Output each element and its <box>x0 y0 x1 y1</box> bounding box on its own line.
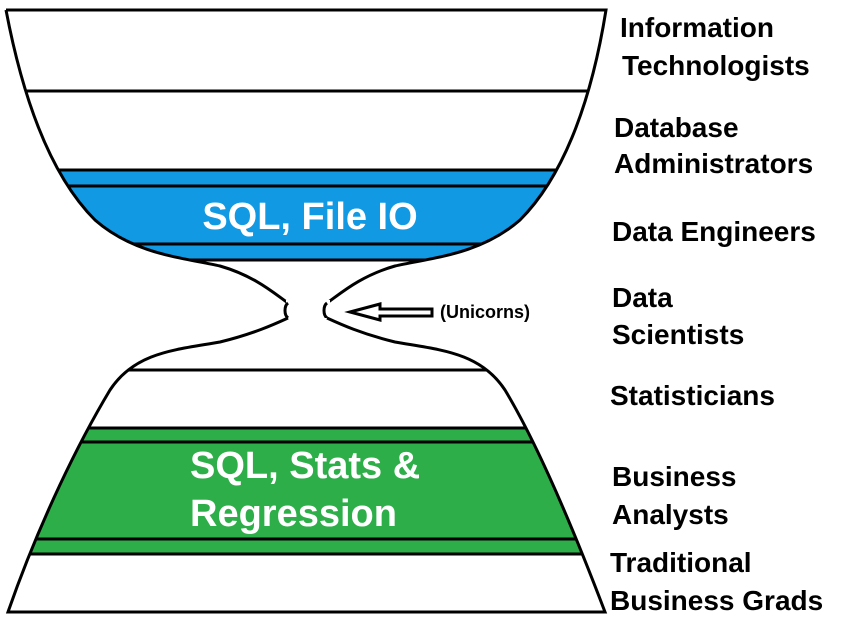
unicorns-annotation: (Unicorns) <box>344 302 530 322</box>
role-business-analysts-line2: Analysts <box>612 499 729 530</box>
outline-arrow-left-icon <box>344 302 434 322</box>
role-data-scientists-line2: Scientists <box>612 319 744 350</box>
skills-hourglass-diagram: SQL, File IO SQL, Stats & Regression (Un… <box>4 8 823 616</box>
top-band-label: SQL, File IO <box>202 196 417 238</box>
role-data-scientists-line1: Data <box>612 282 673 313</box>
role-database-administrators-line1: Database <box>614 112 739 143</box>
role-labels: Information Technologists Database Admin… <box>610 12 823 616</box>
lower-bulb: SQL, Stats & Regression <box>5 316 608 614</box>
role-information-technologists-line1: Information <box>620 12 774 43</box>
upper-bulb: SQL, File IO <box>4 8 608 305</box>
unicorns-label: (Unicorns) <box>440 302 530 322</box>
role-information-technologists-line2: Technologists <box>622 50 810 81</box>
bottom-band-label-line2: Regression <box>190 493 397 535</box>
role-traditional-business-grads-line1: Traditional <box>610 547 752 578</box>
role-database-administrators-line2: Administrators <box>614 148 813 179</box>
hourglass-neck <box>283 300 330 321</box>
role-business-analysts-line1: Business <box>612 461 737 492</box>
role-statisticians: Statisticians <box>610 380 775 411</box>
role-data-engineers: Data Engineers <box>612 216 816 247</box>
role-traditional-business-grads-line2: Business Grads <box>610 585 823 616</box>
bottom-band-label-line1: SQL, Stats & <box>190 445 420 487</box>
